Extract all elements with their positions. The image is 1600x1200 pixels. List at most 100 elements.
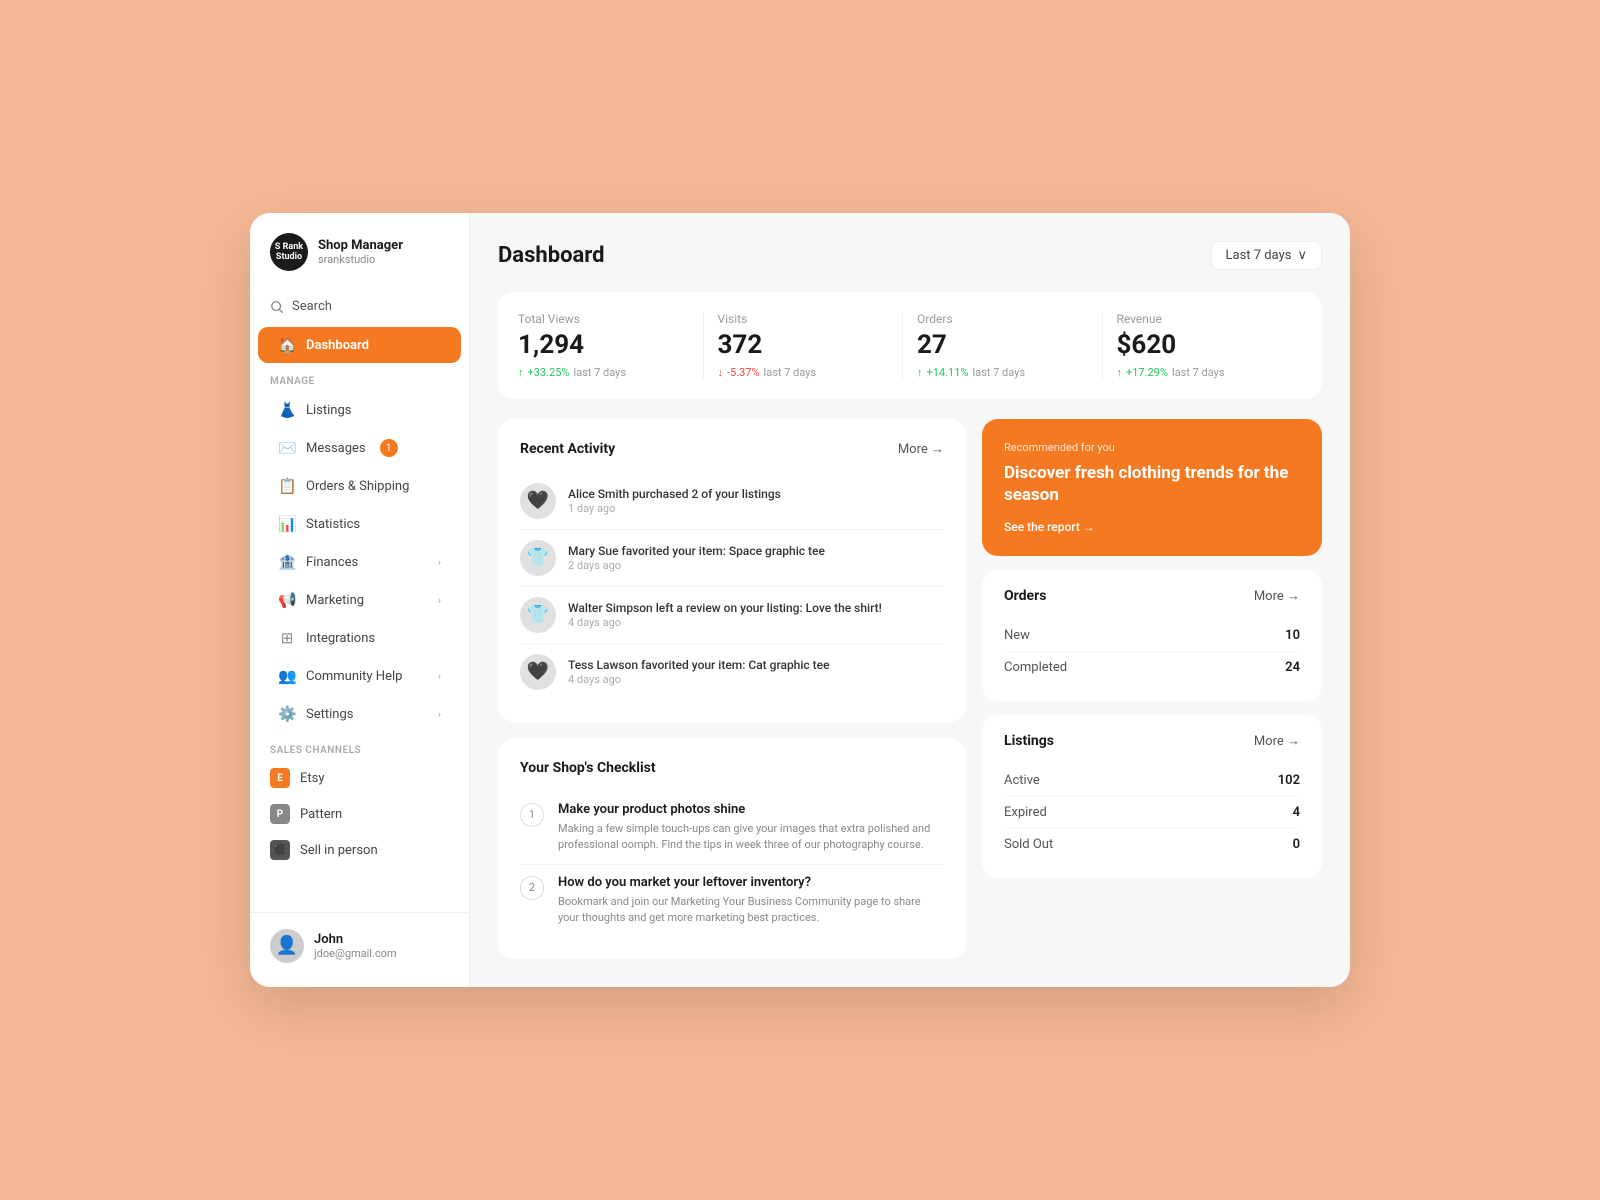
see-report-link[interactable]: See the report → xyxy=(1004,520,1300,534)
row-label: Expired xyxy=(1004,805,1047,820)
more-activity-button[interactable]: More → xyxy=(898,441,944,457)
activity-desc: Mary Sue favorited your item: Space grap… xyxy=(568,544,944,558)
bottom-grid: Recent Activity More → 🖤 Alice Smith pur… xyxy=(498,419,1322,959)
sidebar-logo: S RankStudio Shop Manager srankstudio xyxy=(250,233,469,291)
row-value: 102 xyxy=(1278,773,1300,788)
search-label: Search xyxy=(292,299,332,314)
finances-icon: 🏦 xyxy=(278,553,296,571)
sidebar-item-label: Marketing xyxy=(306,593,364,608)
chevron-right-icon: › xyxy=(438,556,441,569)
sidebar-item-listings[interactable]: 👗 Listings xyxy=(258,392,461,428)
manage-section-label: Manage xyxy=(250,364,469,391)
checklist-desc: Making a few simple touch-ups can give y… xyxy=(558,821,944,854)
stats-row: Total Views 1,294 ↑ +33.25% last 7 days … xyxy=(498,292,1322,398)
user-email: jdoe@gmail.com xyxy=(314,947,397,960)
user-profile: 👤 John jdoe@gmail.com xyxy=(250,912,469,967)
activity-desc: Tess Lawson favorited your item: Cat gra… xyxy=(568,658,944,672)
more-listings-button[interactable]: More → xyxy=(1254,733,1300,749)
avatar: 👕 xyxy=(520,540,556,576)
app-window: S RankStudio Shop Manager srankstudio Se… xyxy=(250,213,1350,986)
marketing-icon: 📢 xyxy=(278,591,296,609)
messages-icon: ✉️ xyxy=(278,439,296,457)
sidebar-item-label: Statistics xyxy=(306,517,360,532)
change-pct: +14.11% xyxy=(927,366,969,379)
stat-label: Visits xyxy=(718,312,889,326)
settings-icon: ⚙️ xyxy=(278,705,296,723)
activity-time: 2 days ago xyxy=(568,559,944,572)
integrations-icon: ⊞ xyxy=(278,629,296,647)
sidebar-item-finances[interactable]: 🏦 Finances › xyxy=(258,544,461,580)
recommend-label: Recommended for you xyxy=(1004,441,1300,454)
sidebar-item-label: Orders & Shipping xyxy=(306,479,409,494)
sidebar-item-messages[interactable]: ✉️ Messages 1 xyxy=(258,430,461,466)
down-arrow-icon: ↓ xyxy=(718,366,724,379)
avatar: 👤 xyxy=(270,929,304,963)
row-value: 24 xyxy=(1285,660,1300,675)
stat-change: ↑ +14.11% last 7 days xyxy=(917,366,1088,379)
sidebar-item-marketing[interactable]: 📢 Marketing › xyxy=(258,582,461,618)
orders-row-completed: Completed 24 xyxy=(1004,652,1300,683)
search-button[interactable]: Search xyxy=(250,291,469,322)
avatar: 🖤 xyxy=(520,483,556,519)
stat-orders: Orders 27 ↑ +14.11% last 7 days xyxy=(917,312,1103,378)
sidebar-item-settings[interactable]: ⚙️ Settings › xyxy=(258,696,461,732)
date-filter-label: Last 7 days xyxy=(1226,248,1292,263)
person-icon: ⬛ xyxy=(270,840,290,860)
listings-rows: Active 102 Expired 4 Sold Out 0 xyxy=(1004,765,1300,860)
change-pct: +33.25% xyxy=(528,366,570,379)
chevron-down-icon: ∨ xyxy=(1297,248,1307,263)
change-pct: +17.29% xyxy=(1126,366,1168,379)
stat-value: 1,294 xyxy=(518,330,689,361)
orders-mini-card: Orders More → New 10 Completed 24 xyxy=(982,570,1322,701)
statistics-icon: 📊 xyxy=(278,515,296,533)
avatar: 👕 xyxy=(520,597,556,633)
sidebar-item-integrations[interactable]: ⊞ Integrations xyxy=(258,620,461,656)
community-icon: 👥 xyxy=(278,667,296,685)
sidebar-item-community[interactable]: 👥 Community Help › xyxy=(258,658,461,694)
stat-value: 27 xyxy=(917,330,1088,361)
row-value: 10 xyxy=(1285,628,1300,643)
activity-item: 👕 Mary Sue favorited your item: Space gr… xyxy=(520,530,944,587)
row-label: Sold Out xyxy=(1004,837,1053,852)
stat-label: Revenue xyxy=(1117,312,1303,326)
listings-row-soldout: Sold Out 0 xyxy=(1004,829,1300,860)
listings-icon: 👗 xyxy=(278,401,296,419)
row-label: Active xyxy=(1004,773,1040,788)
card-title: Your Shop's Checklist xyxy=(520,760,656,776)
search-icon xyxy=(270,300,284,314)
sidebar-item-statistics[interactable]: 📊 Statistics xyxy=(258,506,461,542)
activity-time: 4 days ago xyxy=(568,673,944,686)
checklist-title: Make your product photos shine xyxy=(558,802,944,817)
more-orders-button[interactable]: More → xyxy=(1254,588,1300,604)
checklist-card: Your Shop's Checklist 1 Make your produc… xyxy=(498,738,966,959)
stat-total-views: Total Views 1,294 ↑ +33.25% last 7 days xyxy=(518,312,704,378)
user-name: John xyxy=(314,932,397,947)
sidebar-item-orders[interactable]: 📋 Orders & Shipping xyxy=(258,468,461,504)
channel-label: Etsy xyxy=(300,771,325,786)
change-period: last 7 days xyxy=(1172,366,1225,379)
sidebar-item-label: Settings xyxy=(306,707,353,722)
channel-sell-person[interactable]: ⬛ Sell in person xyxy=(250,832,469,868)
etsy-icon: E xyxy=(270,768,290,788)
activity-time: 1 day ago xyxy=(568,502,944,515)
stat-visits: Visits 372 ↓ -5.37% last 7 days xyxy=(718,312,904,378)
page-title: Dashboard xyxy=(498,243,605,268)
channel-pattern[interactable]: P Pattern xyxy=(250,796,469,832)
change-period: last 7 days xyxy=(972,366,1025,379)
sidebar-item-label: Messages xyxy=(306,441,366,456)
avatar: 🖤 xyxy=(520,654,556,690)
pattern-icon: P xyxy=(270,804,290,824)
card-header: Listings More → xyxy=(1004,733,1300,749)
date-filter-button[interactable]: Last 7 days ∨ xyxy=(1211,241,1322,270)
sidebar-item-dashboard[interactable]: 🏠 Dashboard xyxy=(258,327,461,363)
main-header: Dashboard Last 7 days ∨ xyxy=(498,241,1322,270)
up-arrow-icon: ↑ xyxy=(917,366,923,379)
card-title: Recent Activity xyxy=(520,441,615,457)
checklist-item: 1 Make your product photos shine Making … xyxy=(520,792,944,865)
main-content: Dashboard Last 7 days ∨ Total Views 1,29… xyxy=(470,213,1350,986)
channel-etsy[interactable]: E Etsy xyxy=(250,760,469,796)
activity-item: 🖤 Tess Lawson favorited your item: Cat g… xyxy=(520,644,944,700)
stat-value: $620 xyxy=(1117,330,1303,361)
checklist-desc: Bookmark and join our Marketing Your Bus… xyxy=(558,894,944,927)
activity-time: 4 days ago xyxy=(568,616,944,629)
